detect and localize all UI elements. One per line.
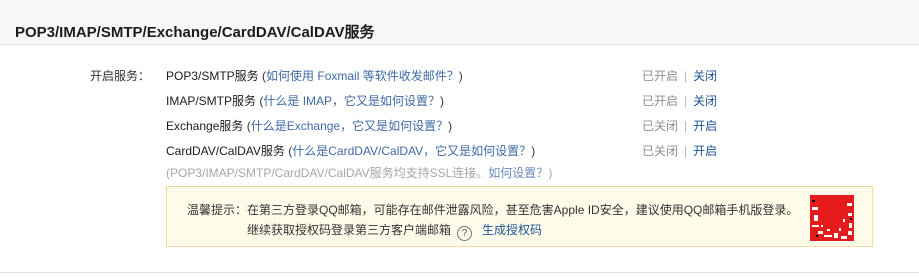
status-separator: | bbox=[684, 69, 688, 83]
status-separator: | bbox=[684, 144, 688, 158]
bottom-divider bbox=[0, 272, 919, 273]
section-header: POP3/IMAP/SMTP/Exchange/CardDAV/CalDAV服务 bbox=[0, 0, 919, 45]
ssl-note-text: (POP3/IMAP/SMTP/CardDAV/CalDAV服务均支持SSL连接… bbox=[166, 166, 489, 180]
help-link[interactable]: 如何使用 Foxmail 等软件收发邮件？ bbox=[266, 69, 459, 83]
status-text: 已关闭 bbox=[642, 144, 679, 158]
status-text: 已开启 bbox=[642, 69, 679, 83]
status-separator: | bbox=[684, 119, 688, 133]
tip-continue-text: 继续获取授权码登录第三方客户端邮箱 bbox=[247, 223, 452, 237]
service-status-carddav-caldav: 已关闭 | 开启 bbox=[642, 142, 717, 160]
help-link[interactable]: 什么是Exchange，它又是如何设置？ bbox=[251, 119, 448, 133]
help-link[interactable]: 什么是 IMAP，它又是如何设置？ bbox=[263, 94, 440, 108]
warning-tip-box: 温馨提示： 在第三方登录QQ邮箱，可能存在邮件泄露风险，甚至危害Apple ID… bbox=[166, 186, 873, 247]
status-text: 已关闭 bbox=[642, 119, 679, 133]
toggle-service-button[interactable]: 关闭 bbox=[693, 69, 717, 83]
tip-second-line: 继续获取授权码登录第三方客户端邮箱? 生成授权码 bbox=[247, 221, 542, 241]
ssl-note: (POP3/IMAP/SMTP/CardDAV/CalDAV服务均支持SSL连接… bbox=[166, 164, 552, 181]
help-link[interactable]: 什么是CardDAV/CalDAV，它又是如何设置？ bbox=[292, 144, 531, 158]
ssl-note-close: ) bbox=[548, 166, 553, 180]
service-status-exchange: 已关闭 | 开启 bbox=[642, 117, 717, 135]
toggle-service-button[interactable]: 开启 bbox=[693, 119, 717, 133]
service-name: IMAP/SMTP服务 bbox=[166, 94, 257, 108]
tip-label: 温馨提示： bbox=[187, 203, 248, 217]
service-name: POP3/SMTP服务 bbox=[166, 69, 259, 83]
service-status-pop3-smtp: 已开启 | 关闭 bbox=[642, 67, 717, 85]
toggle-service-button[interactable]: 关闭 bbox=[693, 94, 717, 108]
ssl-howto-link[interactable]: 如何设置？ bbox=[488, 166, 548, 180]
generate-auth-code-link[interactable]: 生成授权码 bbox=[482, 223, 542, 237]
section-title: POP3/IMAP/SMTP/Exchange/CardDAV/CalDAV服务 bbox=[15, 24, 375, 41]
status-text: 已开启 bbox=[642, 94, 679, 108]
service-status-imap-smtp: 已开启 | 关闭 bbox=[642, 92, 717, 110]
mail-service-settings: POP3/IMAP/SMTP/Exchange/CardDAV/CalDAV服务… bbox=[0, 0, 919, 277]
qr-code-image bbox=[810, 195, 854, 241]
toggle-service-button[interactable]: 开启 bbox=[693, 144, 717, 158]
tip-text: 在第三方登录QQ邮箱，可能存在邮件泄露风险，甚至危害Apple ID安全，建议使… bbox=[247, 203, 799, 217]
service-name: Exchange服务 bbox=[166, 119, 244, 133]
service-name: CardDAV/CalDAV服务 bbox=[166, 144, 285, 158]
status-separator: | bbox=[684, 94, 688, 108]
qr-code-graphic bbox=[810, 195, 854, 241]
help-circle-icon[interactable]: ? bbox=[457, 226, 473, 241]
services-label: 开启服务： bbox=[90, 69, 151, 83]
